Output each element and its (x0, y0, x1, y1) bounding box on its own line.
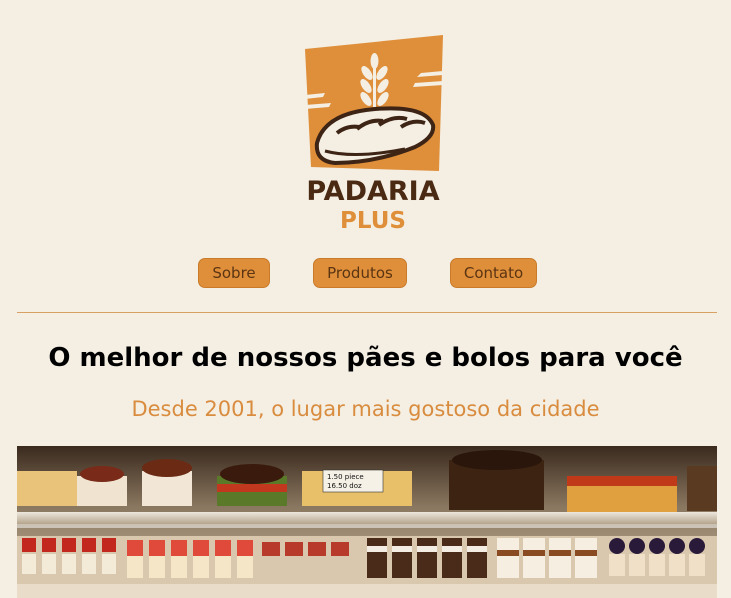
bakery-display-case-photo: 1.50 piece 16.50 doz (17, 446, 717, 598)
nav-contato-button[interactable]: Contato (450, 258, 537, 288)
logo-text-padaria: PADARIA (306, 176, 439, 207)
nav-produtos-button[interactable]: Produtos (313, 258, 407, 288)
page-headline: O melhor de nossos pães e bolos para voc… (48, 343, 683, 373)
divider (17, 312, 717, 313)
main-nav: Sobre Produtos Contato (0, 258, 731, 288)
price-tag-line2: 16.50 doz (327, 482, 362, 490)
page-tagline: Desde 2001, o lugar mais gostoso da cida… (131, 397, 600, 421)
price-tag-line1: 1.50 piece (327, 473, 364, 481)
price-tag: 1.50 piece 16.50 doz (322, 469, 384, 493)
page: PADARIA PLUS Sobre Produtos Contato O me… (0, 0, 731, 598)
logo-text-plus: PLUS (340, 208, 406, 233)
padaria-plus-logo: PADARIA PLUS (305, 35, 443, 233)
nav-sobre-button[interactable]: Sobre (198, 258, 270, 288)
